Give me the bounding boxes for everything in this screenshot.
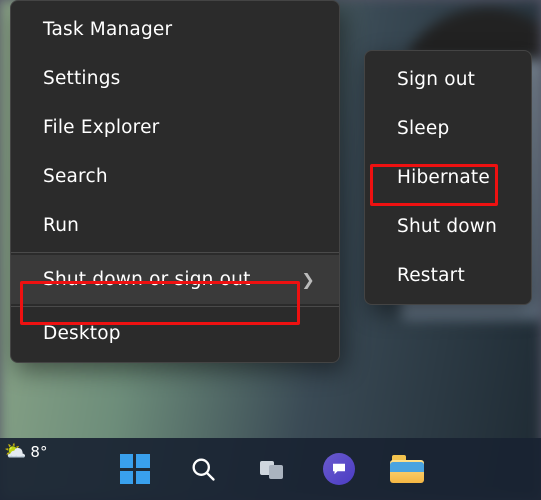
file-explorer-icon xyxy=(390,455,424,483)
menu-item-label: Restart xyxy=(397,265,465,286)
menu-separator xyxy=(11,252,339,253)
menu-item-file-explorer[interactable]: File Explorer xyxy=(11,103,339,152)
start-icon xyxy=(120,454,150,484)
taskbar-center xyxy=(114,448,428,490)
submenu-item-sign-out[interactable]: Sign out xyxy=(365,55,531,104)
taskbar: ⛅ 8° xyxy=(0,438,541,500)
chevron-right-icon: ❯ xyxy=(301,270,315,289)
menu-item-search[interactable]: Search xyxy=(11,152,339,201)
weather-temp: 8° xyxy=(30,443,47,461)
menu-item-label: Desktop xyxy=(43,323,121,344)
taskbar-file-explorer-button[interactable] xyxy=(386,448,428,490)
weather-icon: ⛅ xyxy=(4,441,26,462)
taskbar-chat-button[interactable] xyxy=(318,448,360,490)
menu-item-task-manager[interactable]: Task Manager xyxy=(11,5,339,54)
search-icon xyxy=(189,455,217,483)
submenu-item-hibernate[interactable]: Hibernate xyxy=(365,153,531,202)
menu-separator xyxy=(11,306,339,307)
menu-item-label: Shut down xyxy=(397,216,497,237)
submenu-item-restart[interactable]: Restart xyxy=(365,251,531,300)
winx-context-menu: Task Manager Settings File Explorer Sear… xyxy=(10,0,340,363)
taskbar-search-button[interactable] xyxy=(182,448,224,490)
menu-item-label: Run xyxy=(43,215,79,236)
menu-item-label: Sign out xyxy=(397,69,475,90)
menu-item-label: Shut down or sign out xyxy=(43,269,251,290)
menu-item-run[interactable]: Run xyxy=(11,201,339,250)
start-button[interactable] xyxy=(114,448,156,490)
menu-item-label: Sleep xyxy=(397,118,449,139)
menu-item-label: File Explorer xyxy=(43,117,159,138)
menu-item-label: Hibernate xyxy=(397,167,490,188)
menu-item-label: Search xyxy=(43,166,108,187)
menu-item-label: Settings xyxy=(43,68,120,89)
taskbar-task-view-button[interactable] xyxy=(250,448,292,490)
submenu-item-sleep[interactable]: Sleep xyxy=(365,104,531,153)
chat-icon xyxy=(323,453,355,485)
menu-item-desktop[interactable]: Desktop xyxy=(11,309,339,358)
taskbar-weather-widget[interactable]: ⛅ 8° xyxy=(4,441,47,462)
power-submenu: Sign out Sleep Hibernate Shut down Resta… xyxy=(364,50,532,305)
menu-item-label: Task Manager xyxy=(43,19,172,40)
submenu-item-shut-down[interactable]: Shut down xyxy=(365,202,531,251)
task-view-icon xyxy=(257,455,285,483)
menu-item-shut-down-or-sign-out[interactable]: Shut down or sign out ❯ xyxy=(11,255,339,304)
menu-item-settings[interactable]: Settings xyxy=(11,54,339,103)
